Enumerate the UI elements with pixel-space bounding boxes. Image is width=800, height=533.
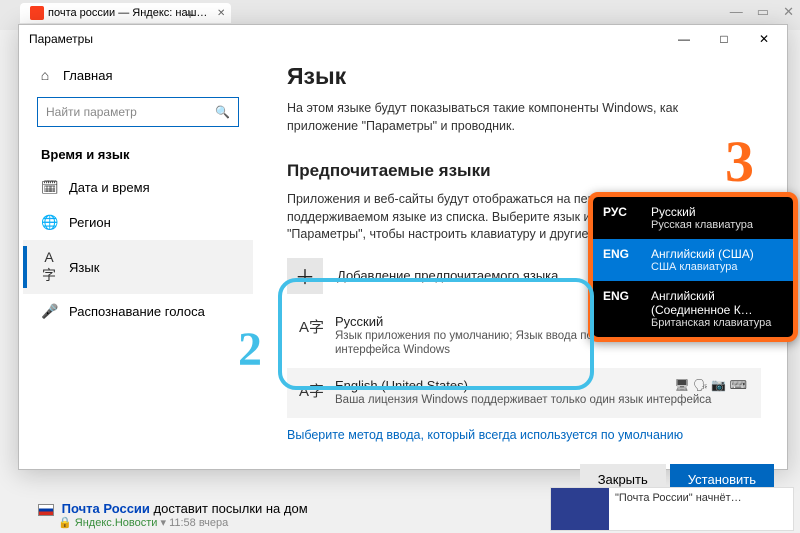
calendar-icon: 🗓 xyxy=(41,179,57,196)
lang-option-sub: Британская клавиатура xyxy=(651,317,783,329)
yandex-icon xyxy=(30,6,44,20)
sidebar-item-speech[interactable]: 🎤 Распознавание голоса xyxy=(23,294,253,329)
maximize-icon[interactable]: ▭ xyxy=(757,4,769,20)
lang-option-english-uk[interactable]: ENG Английский (Соединенное К… Британска… xyxy=(593,281,793,337)
sidebar-item-language[interactable]: A字 Язык xyxy=(23,240,253,294)
lang-code: РУС xyxy=(603,205,639,219)
browser-window-controls: — ▭ ✕ xyxy=(730,4,794,20)
lang-option-sub: США клавиатура xyxy=(651,261,783,273)
window-title: Параметры xyxy=(29,32,93,46)
home-label: Главная xyxy=(63,68,112,83)
close-tab-icon[interactable]: ✕ xyxy=(217,8,225,19)
language-icon: A字 xyxy=(41,249,57,285)
tab-title: почта россии — Яндекс: наш… xyxy=(48,7,207,19)
annotation-3: 3 xyxy=(725,128,754,195)
sidebar-item-region[interactable]: 🌐 Регион xyxy=(23,205,253,240)
minimize-icon[interactable]: — xyxy=(730,4,743,20)
annotation-2: 2 xyxy=(238,322,262,377)
sidebar-item-label: Распознавание голоса xyxy=(69,304,205,319)
close-button[interactable]: ✕ xyxy=(747,27,781,51)
maximize-button[interactable]: □ xyxy=(707,27,741,51)
news-snippet[interactable]: "Почта России" начнёт… xyxy=(550,487,794,531)
language-feature-icons: 🖥 🗣 📷 ⌨ xyxy=(674,378,747,392)
lang-code: ENG xyxy=(603,247,639,261)
sidebar-item-label: Регион xyxy=(69,215,111,230)
titlebar: Параметры — □ ✕ xyxy=(19,25,787,53)
search-result[interactable]: Почта России доставит посылки на дом 🔒 Я… xyxy=(38,501,308,529)
home-icon: ⌂ xyxy=(37,67,53,83)
home-button[interactable]: ⌂ Главная xyxy=(23,61,253,89)
result-title: Почта России xyxy=(62,501,150,516)
language-glyph-icon: A字 xyxy=(299,314,325,340)
page-description: На этом языке будут показываться такие к… xyxy=(287,100,707,135)
lock-icon: 🔒 xyxy=(58,517,72,529)
language-card-english[interactable]: A字 English (United States) Ваша лицензия… xyxy=(287,368,761,418)
lang-option-sub: Русская клавиатура xyxy=(651,219,783,231)
sidebar: ⌂ Главная Найти параметр 🔍 Время и язык … xyxy=(19,53,257,469)
lang-option-english-us[interactable]: ENG Английский (США) США клавиатура xyxy=(593,239,793,281)
sidebar-item-datetime[interactable]: 🗓 Дата и время xyxy=(23,170,253,205)
flag-ru-icon xyxy=(38,504,54,516)
sidebar-item-label: Язык xyxy=(69,260,99,275)
minimize-button[interactable]: — xyxy=(667,27,701,51)
result-source: Яндекс.Новости xyxy=(75,517,158,529)
new-tab-button[interactable]: + xyxy=(186,6,194,22)
snippet-thumbnail xyxy=(551,488,609,530)
result-rest: доставит посылки на дом xyxy=(154,501,308,516)
add-language-label: Добавление предпочитаемого языка xyxy=(337,268,558,283)
search-icon: 🔍 xyxy=(215,105,230,119)
lang-code: ENG xyxy=(603,289,639,303)
search-input[interactable]: Найти параметр 🔍 xyxy=(37,97,239,127)
add-language-button[interactable]: ＋ xyxy=(287,258,323,294)
snippet-text: "Почта России" начнёт… xyxy=(609,488,748,530)
section-heading: Время и язык xyxy=(23,141,253,170)
lang-option-russian[interactable]: РУС Русский Русская клавиатура xyxy=(593,197,793,239)
search-placeholder: Найти параметр xyxy=(46,105,137,119)
language-subtext: Ваша лицензия Windows поддерживает тольк… xyxy=(335,393,749,408)
page-title: Язык xyxy=(287,63,761,90)
default-input-method-link[interactable]: Выберите метод ввода, который всегда исп… xyxy=(287,428,761,442)
microphone-icon: 🎤 xyxy=(41,303,57,320)
browser-tab[interactable]: почта россии — Яндекс: наш… ✕ xyxy=(20,3,231,23)
language-switcher-popup: РУС Русский Русская клавиатура ENG Англи… xyxy=(588,192,798,342)
section-preferred-languages: Предпочитаемые языки xyxy=(287,161,761,181)
globe-icon: 🌐 xyxy=(41,214,57,231)
lang-option-name: Английский (США) xyxy=(651,247,783,261)
result-time: 11:58 вчера xyxy=(169,517,228,529)
close-icon[interactable]: ✕ xyxy=(783,4,794,20)
language-glyph-icon: A字 xyxy=(299,378,325,404)
sidebar-item-label: Дата и время xyxy=(69,180,150,195)
lang-option-name: Английский (Соединенное К… xyxy=(651,289,783,317)
lang-option-name: Русский xyxy=(651,205,783,219)
